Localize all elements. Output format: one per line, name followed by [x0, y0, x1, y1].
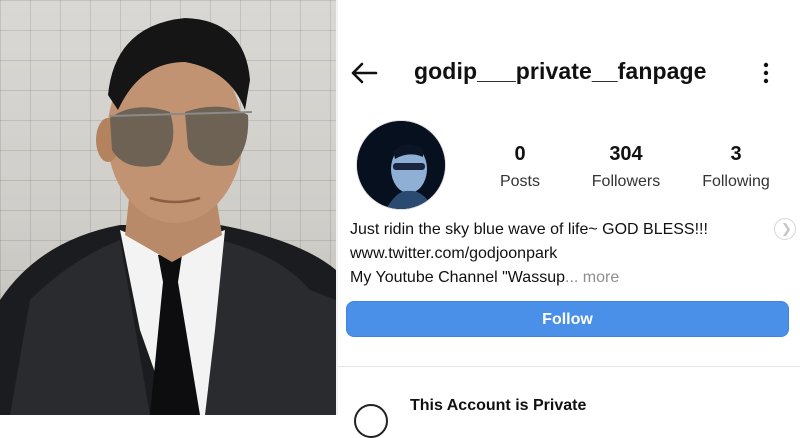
bio-link[interactable]: www.twitter.com/godjoonpark [350, 242, 770, 266]
profile-photo [0, 0, 336, 415]
bio-youtube-line: My Youtube Channel "Wassup... more [350, 266, 770, 290]
following-label: Following [702, 173, 770, 190]
instagram-profile-panel: godip___private__fanpage 0 Posts 304 Fol… [338, 0, 800, 438]
profile-header: godip___private__fanpage [338, 44, 800, 102]
bio-more-link[interactable]: ... more [565, 269, 619, 286]
stat-posts[interactable]: 0 Posts [488, 143, 552, 191]
posts-label: Posts [499, 173, 540, 190]
stat-following[interactable]: 3 Following [693, 143, 779, 191]
man-in-suit-image [0, 18, 336, 415]
followers-count: 304 [609, 143, 643, 165]
private-account-title: This Account is Private [410, 397, 587, 414]
avatar-image [357, 121, 445, 209]
profile-bio: Just ridin the sky blue wave of life~ GO… [350, 218, 770, 290]
following-count: 3 [730, 143, 742, 165]
posts-count: 0 [514, 143, 526, 165]
follow-button[interactable]: Follow [346, 301, 789, 337]
followers-label: Followers [591, 173, 661, 190]
lock-icon [354, 404, 388, 438]
avatar[interactable] [356, 120, 446, 210]
chevron-right-icon[interactable]: ❯ [774, 218, 796, 240]
arrow-left-icon[interactable] [350, 62, 378, 84]
stat-followers[interactable]: 304 Followers [581, 143, 671, 191]
bio-text: Just ridin the sky blue wave of life~ GO… [350, 221, 708, 238]
more-vertical-icon[interactable] [758, 61, 774, 85]
bio-youtube-text: My Youtube Channel "Wassup [350, 269, 565, 286]
divider [338, 366, 800, 367]
profile-username: godip___private__fanpage [414, 58, 707, 84]
